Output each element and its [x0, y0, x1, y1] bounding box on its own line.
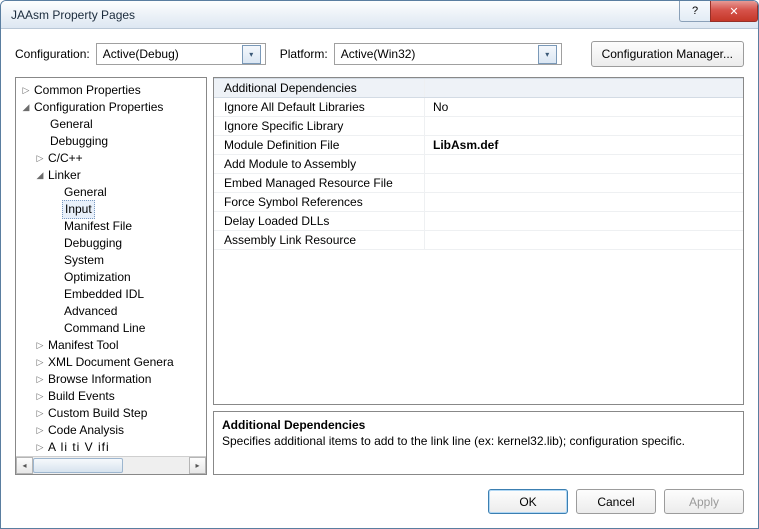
- dialog-footer: OK Cancel Apply: [1, 481, 758, 528]
- expand-icon: ▷: [34, 150, 46, 167]
- property-grid: Additional Dependencies Ignore All Defau…: [213, 77, 744, 405]
- tree-item-custombuild[interactable]: ▷Custom Build Step: [20, 405, 206, 422]
- grid-row[interactable]: Assembly Link Resource: [214, 231, 743, 250]
- window-title: JAAsm Property Pages: [11, 8, 679, 22]
- scroll-right-button[interactable]: ▸: [189, 457, 206, 474]
- grid-row[interactable]: Force Symbol References: [214, 193, 743, 212]
- config-toolbar: Configuration: Active(Debug) ▾ Platform:…: [1, 29, 758, 77]
- tree-item-linker[interactable]: ◢Linker: [20, 167, 206, 184]
- category-tree: ▷Common Properties ◢Configuration Proper…: [15, 77, 207, 475]
- grid-row[interactable]: Ignore All Default LibrariesNo: [214, 98, 743, 117]
- scroll-thumb[interactable]: [33, 458, 123, 473]
- grid-row[interactable]: Module Definition FileLibAsm.def: [214, 136, 743, 155]
- expand-icon: ▷: [34, 422, 46, 439]
- titlebar: JAAsm Property Pages ? ✕: [1, 1, 758, 29]
- close-button[interactable]: ✕: [710, 1, 758, 22]
- description-title: Additional Dependencies: [222, 418, 735, 432]
- expand-icon: ▷: [20, 82, 32, 99]
- tree-item-cpp[interactable]: ▷C/C++: [20, 150, 206, 167]
- tree-item-manifest-tool[interactable]: ▷Manifest Tool: [20, 337, 206, 354]
- tree-item-appverif[interactable]: ▷A li ti V ifi: [20, 439, 206, 456]
- platform-combo[interactable]: Active(Win32) ▾: [334, 43, 562, 65]
- collapse-icon: ◢: [34, 167, 46, 184]
- tree-item-linker-debugging[interactable]: Debugging: [20, 235, 206, 252]
- platform-label: Platform:: [280, 47, 328, 61]
- grid-key: Ignore Specific Library: [214, 117, 425, 135]
- scroll-track[interactable]: [33, 457, 189, 474]
- apply-button[interactable]: Apply: [664, 489, 744, 514]
- configuration-combo[interactable]: Active(Debug) ▾: [96, 43, 266, 65]
- chevron-down-icon: ▾: [538, 45, 557, 64]
- grid-key: Embed Managed Resource File: [214, 174, 425, 192]
- right-pane: Additional Dependencies Ignore All Defau…: [213, 77, 744, 475]
- configuration-value: Active(Debug): [103, 47, 242, 61]
- tree-item-linker-system[interactable]: System: [20, 252, 206, 269]
- grid-value[interactable]: No: [425, 100, 743, 114]
- grid-row[interactable]: Delay Loaded DLLs: [214, 212, 743, 231]
- expand-icon: ▷: [34, 337, 46, 354]
- tree-item-linker-manifest[interactable]: Manifest File: [20, 218, 206, 235]
- platform-value: Active(Win32): [341, 47, 538, 61]
- grid-row[interactable]: Embed Managed Resource File: [214, 174, 743, 193]
- cancel-button[interactable]: Cancel: [576, 489, 656, 514]
- help-icon: ?: [692, 5, 698, 17]
- expand-icon: ▷: [34, 439, 46, 456]
- tree-item-debugging[interactable]: Debugging: [20, 133, 206, 150]
- description-box: Additional Dependencies Specifies additi…: [213, 411, 744, 475]
- help-button[interactable]: ?: [679, 1, 710, 22]
- ok-button[interactable]: OK: [488, 489, 568, 514]
- description-text: Specifies additional items to add to the…: [222, 434, 735, 448]
- tree-item-linker-embeddedidl[interactable]: Embedded IDL: [20, 286, 206, 303]
- grid-key: Additional Dependencies: [214, 79, 425, 97]
- tree-item-general[interactable]: General: [20, 116, 206, 133]
- configuration-manager-button[interactable]: Configuration Manager...: [591, 41, 744, 67]
- tree-items: ▷Common Properties ◢Configuration Proper…: [16, 78, 206, 456]
- grid-key: Add Module to Assembly: [214, 155, 425, 173]
- collapse-icon: ◢: [20, 99, 32, 116]
- close-icon: ✕: [729, 5, 738, 18]
- tree-item-browseinfo[interactable]: ▷Browse Information: [20, 371, 206, 388]
- expand-icon: ▷: [34, 371, 46, 388]
- expand-icon: ▷: [34, 388, 46, 405]
- property-pages-window: JAAsm Property Pages ? ✕ Configuration: …: [0, 0, 759, 529]
- grid-key: Ignore All Default Libraries: [214, 98, 425, 116]
- expand-icon: ▷: [34, 405, 46, 422]
- dialog-body: ▷Common Properties ◢Configuration Proper…: [1, 77, 758, 481]
- grid-row[interactable]: Additional Dependencies: [214, 78, 743, 98]
- grid-row[interactable]: Add Module to Assembly: [214, 155, 743, 174]
- grid-row[interactable]: Ignore Specific Library: [214, 117, 743, 136]
- chevron-down-icon: ▾: [242, 45, 261, 64]
- grid-key: Delay Loaded DLLs: [214, 212, 425, 230]
- scroll-left-button[interactable]: ◂: [16, 457, 33, 474]
- grid-key: Module Definition File: [214, 136, 425, 154]
- tree-item-linker-cmdline[interactable]: Command Line: [20, 320, 206, 337]
- tree-item-linker-general[interactable]: General: [20, 184, 206, 201]
- expand-icon: ▷: [34, 354, 46, 371]
- tree-item-common[interactable]: ▷Common Properties: [20, 82, 206, 99]
- tree-item-buildevents[interactable]: ▷Build Events: [20, 388, 206, 405]
- tree-item-linker-advanced[interactable]: Advanced: [20, 303, 206, 320]
- titlebar-buttons: ? ✕: [679, 1, 758, 28]
- tree-item-linker-input[interactable]: Input: [20, 201, 206, 218]
- tree-item-xmldoc[interactable]: ▷XML Document Genera: [20, 354, 206, 371]
- grid-key: Assembly Link Resource: [214, 231, 425, 249]
- arrow-right-icon: ▸: [195, 461, 199, 470]
- tree-item-config-props[interactable]: ◢Configuration Properties: [20, 99, 206, 116]
- grid-value[interactable]: LibAsm.def: [425, 138, 743, 152]
- tree-hscrollbar[interactable]: ◂ ▸: [16, 456, 206, 474]
- grid-key: Force Symbol References: [214, 193, 425, 211]
- configuration-label: Configuration:: [15, 47, 90, 61]
- tree-item-linker-optimization[interactable]: Optimization: [20, 269, 206, 286]
- arrow-left-icon: ◂: [22, 461, 26, 470]
- tree-item-codeanalysis[interactable]: ▷Code Analysis: [20, 422, 206, 439]
